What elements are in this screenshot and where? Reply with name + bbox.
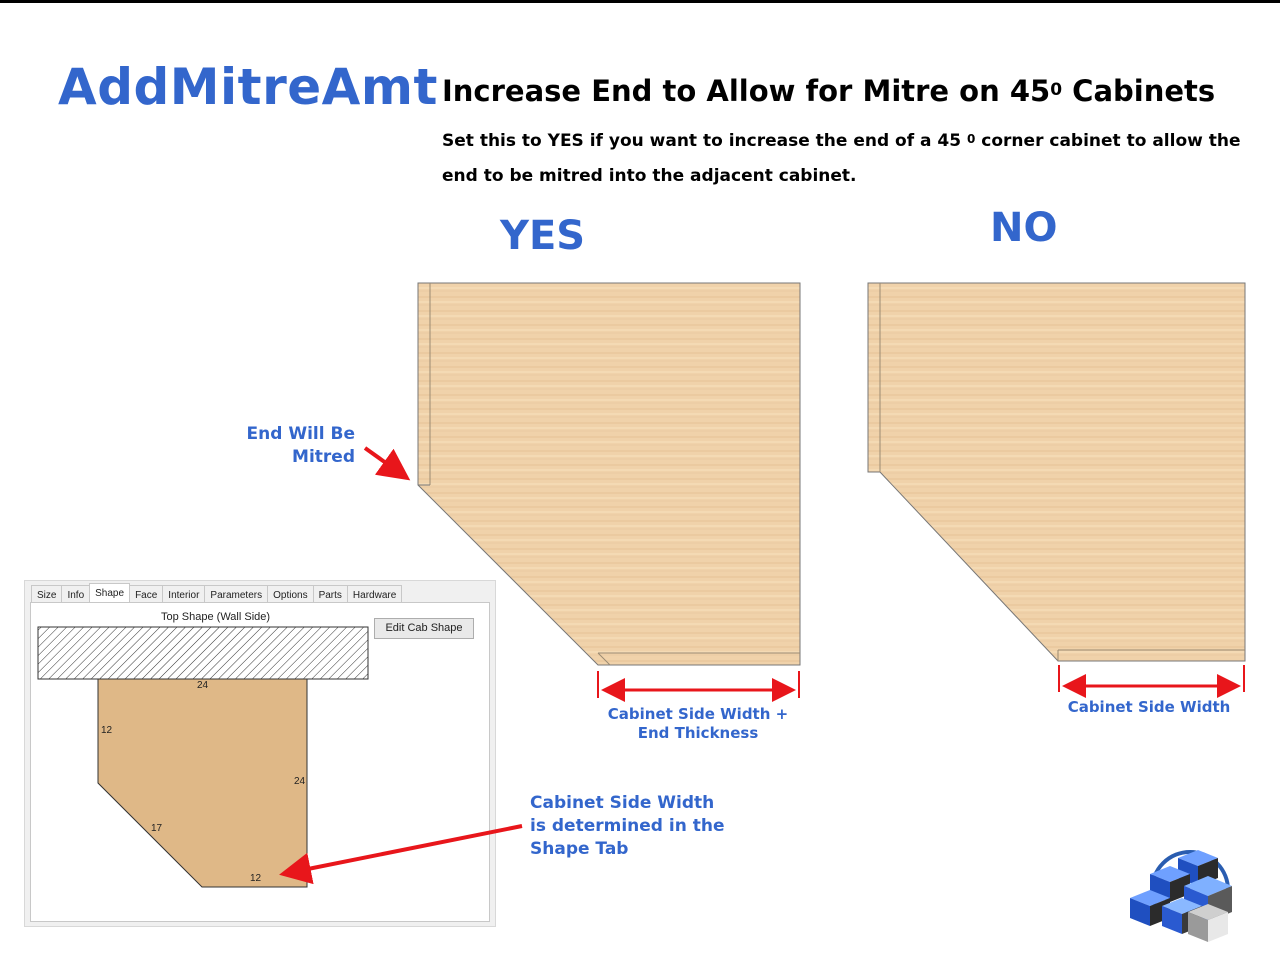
logo-cubes xyxy=(1130,850,1232,942)
company-logo xyxy=(1130,850,1232,942)
